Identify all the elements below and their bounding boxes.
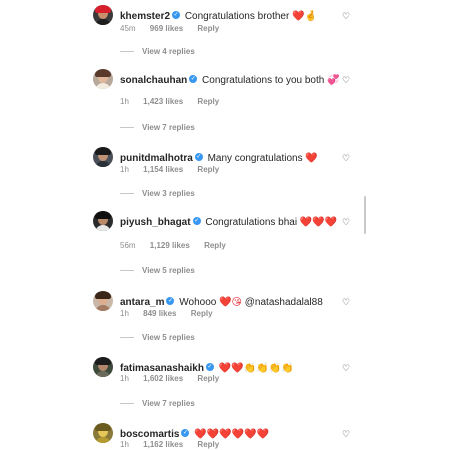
comment-text: Many congratulations (207, 153, 303, 164)
comment-line: khemster2 ✓ Congratulations brother ❤️🤞 (120, 10, 317, 23)
divider-line (120, 270, 134, 272)
like-count[interactable]: 1,129 likes (150, 241, 190, 250)
comment-time: 56m (120, 241, 136, 250)
comment-meta: 1h 1,162 likes Reply (120, 440, 231, 449)
comment-meta: 1h 1,154 likes Reply (120, 165, 231, 174)
heart-outline-icon[interactable]: ♡ (342, 364, 352, 374)
reply-button[interactable]: Reply (197, 24, 219, 33)
verified-badge-icon: ✓ (166, 297, 175, 306)
comment-emoji: ❤️❤️❤️❤️❤️❤️ (194, 429, 269, 440)
heart-outline-icon[interactable]: ♡ (342, 430, 352, 440)
like-count[interactable]: 969 likes (150, 24, 183, 33)
comment-line: piyush_bhagat ✓ Congratulations bhai ❤️❤️… (120, 216, 337, 229)
comment-time: 1h (120, 309, 129, 318)
view-replies-label: View 5 replies (142, 333, 195, 342)
divider-line (120, 337, 134, 339)
comment-line: antara_m ✓ Wohooo ❤️😘 @natashadalal88 (120, 296, 323, 309)
scrollbar[interactable] (364, 196, 366, 234)
reply-button[interactable]: Reply (191, 309, 213, 318)
comment-time: 1h (120, 440, 129, 449)
like-count[interactable]: 1,154 likes (143, 165, 183, 174)
comment-time: 1h (120, 374, 129, 383)
comment-line: sonalchauhan ✓ Congratulations to you bot… (120, 74, 340, 87)
view-replies-label: View 3 replies (142, 189, 195, 198)
view-replies-button[interactable]: View 3 replies (120, 189, 195, 198)
reply-button[interactable]: Reply (197, 440, 219, 449)
comment-emoji: ❤️ (305, 153, 318, 164)
comment-emoji: ❤️😘 (219, 297, 242, 308)
username[interactable]: boscomartis (120, 429, 179, 440)
view-replies-label: View 7 replies (142, 123, 195, 132)
verified-badge-icon: ✓ (192, 217, 201, 226)
divider-line (120, 51, 134, 53)
comment-text: Congratulations to you both (202, 75, 325, 86)
view-replies-label: View 7 replies (142, 399, 195, 408)
verified-badge-icon: ✓ (189, 75, 198, 84)
comment-line: punitdmalhotra ✓ Many congratulations ❤️ (120, 152, 318, 165)
avatar[interactable] (93, 423, 113, 443)
like-count[interactable]: 1,602 likes (143, 374, 183, 383)
comment-meta: 1h 1,423 likes Reply (120, 97, 231, 106)
username[interactable]: punitdmalhotra (120, 153, 193, 164)
like-count[interactable]: 849 likes (143, 309, 176, 318)
comment-emoji: 💞 (327, 75, 340, 86)
reply-button[interactable]: Reply (197, 374, 219, 383)
username[interactable]: fatimasanashaikh (120, 363, 204, 374)
reply-button[interactable]: Reply (197, 97, 219, 106)
comment-emoji: ❤️🤞 (292, 11, 318, 22)
avatar[interactable] (93, 5, 113, 25)
comment-text: Wohooo (179, 297, 217, 308)
comment-meta: 1h 849 likes Reply (120, 309, 225, 318)
reply-button[interactable]: Reply (197, 165, 219, 174)
avatar[interactable] (93, 147, 113, 167)
username[interactable]: khemster2 (120, 11, 170, 22)
view-replies-button[interactable]: View 7 replies (120, 399, 195, 408)
avatar[interactable] (93, 69, 113, 89)
view-replies-button[interactable]: View 5 replies (120, 266, 195, 275)
divider-line (120, 127, 134, 129)
comment-emoji: ❤️❤️👏👏👏👏 (218, 363, 294, 374)
comment-meta: 1h 1,602 likes Reply (120, 374, 231, 383)
avatar[interactable] (93, 291, 113, 311)
comment-time: 1h (120, 165, 129, 174)
comment-time: 1h (120, 97, 129, 106)
heart-outline-icon[interactable]: ♡ (342, 298, 352, 308)
avatar[interactable] (93, 211, 113, 231)
verified-badge-icon: ✓ (181, 429, 190, 438)
username[interactable]: sonalchauhan (120, 75, 187, 86)
comment-meta: 45m 969 likes Reply (120, 24, 231, 33)
view-replies-button[interactable]: View 7 replies (120, 123, 195, 132)
verified-badge-icon: ✓ (205, 363, 214, 372)
comment-text: Congratulations bhai (205, 217, 298, 228)
heart-outline-icon[interactable]: ♡ (342, 12, 352, 22)
like-count[interactable]: 1,423 likes (143, 97, 183, 106)
avatar[interactable] (93, 357, 113, 377)
view-replies-button[interactable]: View 4 replies (120, 47, 195, 56)
verified-badge-icon: ✓ (172, 11, 181, 20)
heart-outline-icon[interactable]: ♡ (342, 154, 352, 164)
reply-button[interactable]: Reply (204, 241, 226, 250)
comment-emoji: ❤️❤️❤️ (299, 217, 338, 228)
username[interactable]: piyush_bhagat (120, 217, 191, 228)
verified-badge-icon: ✓ (194, 153, 203, 162)
like-count[interactable]: 1,162 likes (143, 440, 183, 449)
view-replies-label: View 5 replies (142, 266, 195, 275)
comment-text: Congratulations brother (184, 11, 290, 22)
view-replies-button[interactable]: View 5 replies (120, 333, 195, 342)
comment-meta: 56m 1,129 likes Reply (120, 241, 238, 250)
heart-outline-icon[interactable]: ♡ (342, 76, 352, 86)
heart-outline-icon[interactable]: ♡ (342, 218, 352, 228)
divider-line (120, 403, 134, 405)
comment-time: 45m (120, 24, 136, 33)
divider-line (120, 193, 134, 195)
username[interactable]: antara_m (120, 297, 164, 308)
view-replies-label: View 4 replies (142, 47, 195, 56)
comment-mention[interactable]: @natashadalal88 (245, 297, 323, 308)
